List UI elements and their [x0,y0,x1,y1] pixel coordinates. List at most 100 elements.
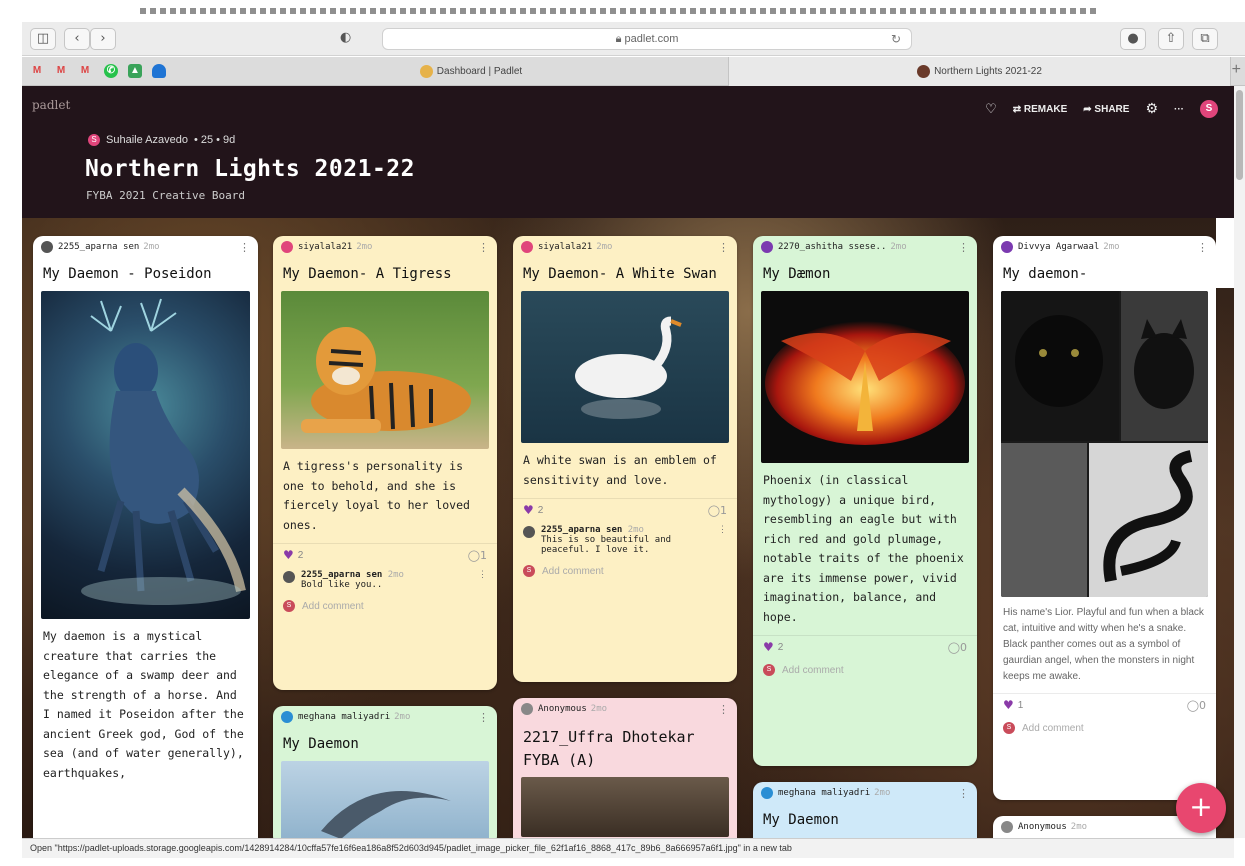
comment-bubble-icon[interactable]: ◯0 [1187,699,1206,712]
post-title: My Daemon [283,736,359,752]
share-icon: ➦ [1083,103,1095,115]
comment: 2255_aparna sen 2mo This is so beautiful … [513,521,737,559]
avatar[interactable]: S [1200,100,1218,118]
post-image[interactable] [521,291,729,443]
post-header: 2255_aparna sen 2mo ⋮ [33,236,258,258]
post-card[interactable]: 2270_ashitha ssese.. 2mo ⋮ My Dæmon Phoe… [753,236,977,766]
post-header: Divvya Agarwaal 2mo ⋮ [993,236,1216,258]
post-reactions: ♥ 2 ◯1 [513,498,737,521]
avatar [283,571,295,584]
tabs-overview-icon[interactable]: ⧉ [1192,28,1218,50]
tiger-illustration [301,327,471,433]
back-button[interactable]: ‹ [64,28,90,50]
more-icon[interactable]: ⋮ [239,241,250,254]
obscured-text [140,8,1100,14]
forward-button[interactable]: › [90,28,116,50]
post-title: My Daemon- A White Swan [523,266,717,282]
board-author: S Suhaile Azavedo • 25 • 9d [88,134,235,146]
post-card[interactable]: meghana maliyadri 2mo ⋮ My Daemon [753,782,977,838]
status-bar: Open "https://padlet-uploads.storage.goo… [22,838,1234,858]
post-body: Phoenix (in classical mythology) a uniqu… [763,473,964,624]
more-icon[interactable]: ⋮ [1197,241,1208,254]
cloud-icon[interactable] [152,64,166,78]
add-comment-input[interactable]: S Add comment [993,716,1216,740]
padlet-tab-icon [419,64,433,78]
anonymous-avatar-icon [521,703,533,715]
post-header: 2270_ashitha ssese.. 2mo ⋮ [753,236,977,258]
more-icon[interactable]: ··· [1174,104,1184,115]
scrollbar[interactable] [1234,86,1245,838]
page-title: Northern Lights 2021-22 [85,156,415,182]
padlet-board: 2255_aparna sen 2mo ⋮ My Daemon - Poseido… [22,218,1234,838]
gmail-icon[interactable]: M [30,64,44,78]
dolphin-illustration [321,791,451,838]
more-icon[interactable]: ⋮ [718,703,729,716]
extension-icon[interactable]: ● [1120,28,1146,50]
post-card[interactable]: siyalala21 2mo ⋮ My Daemon- A White Swan … [513,236,737,682]
heart-icon[interactable]: ♥ [1003,698,1014,712]
whatsapp-icon[interactable]: ✆ [104,64,118,78]
more-icon[interactable]: ⋮ [718,525,727,555]
post-image[interactable] [761,291,969,463]
privacy-shield-icon[interactable]: ◐ [340,30,351,45]
new-tab-button[interactable]: + [1232,61,1241,79]
more-icon[interactable]: ⋮ [958,241,969,254]
settings-gear-icon[interactable]: ⚙ [1145,101,1158,117]
add-comment-input[interactable]: S Add comment [273,594,497,618]
add-comment-input[interactable]: S Add comment [513,559,737,583]
header-tools: ♡ ⇄ REMAKE ➦ SHARE ⚙ ··· S [985,100,1218,118]
more-icon[interactable]: ⋮ [958,787,969,800]
share-icon[interactable]: ⇧ [1158,28,1184,50]
scrollbar-thumb[interactable] [1236,90,1243,180]
post-header: siyalala21 2mo ⋮ [513,236,737,258]
comment-bubble-icon[interactable]: ◯1 [708,504,727,517]
padlet-tab-icon [917,64,931,78]
tab-northern-lights[interactable]: Northern Lights 2021-22 [728,57,1231,86]
tab-dashboard[interactable]: Dashboard | Padlet [214,57,728,86]
heart-icon[interactable]: ♥ [523,503,534,517]
sidebar-toggle-icon[interactable]: ◫ [30,28,56,50]
post-image[interactable] [521,777,729,837]
post-card[interactable]: Divvya Agarwaal 2mo ⋮ My daemon- His name… [993,236,1216,800]
post-image[interactable] [281,291,489,449]
reload-icon[interactable]: ↻ [891,29,901,49]
post-card[interactable]: meghana maliyadri 2mo ⋮ My Daemon [273,706,497,838]
avatar: S [763,664,775,677]
padlet-logo[interactable]: padlet [32,98,70,112]
post-body: My daemon is a mystical creature that ca… [43,629,244,780]
post-image[interactable] [41,291,250,619]
browser-toolbar: ◫ ‹ › ◐ 🔒︎ padlet.com ↻ ● ⇧ ⧉ [22,22,1245,56]
add-comment-input[interactable]: S Add comment [753,658,977,682]
post-image[interactable] [1001,291,1208,597]
more-icon[interactable]: ⋮ [718,241,729,254]
panther-cat-snake-collage [1001,291,1208,597]
address-bar[interactable]: 🔒︎ padlet.com ↻ [382,28,912,50]
post-card[interactable]: siyalala21 2mo ⋮ My Daemon- A Tigress A t… [273,236,497,690]
gmail-icon[interactable]: M [54,64,68,78]
comment-bubble-icon[interactable]: ◯1 [468,549,487,562]
heart-icon[interactable]: ♥ [283,548,294,562]
post-body: A tigress's personality is one to behold… [283,459,470,532]
add-post-button[interactable]: + [1176,783,1226,833]
heart-icon[interactable]: ♥ [763,640,774,654]
more-icon[interactable]: ⋮ [478,241,489,254]
heart-icon[interactable]: ♡ [985,102,997,117]
gmail-icon[interactable]: M [78,64,92,78]
author-avatar: S [88,134,100,146]
post-title: My Dæmon [763,266,831,282]
avatar: S [1003,722,1015,734]
more-icon[interactable]: ⋮ [478,711,489,724]
avatar [521,241,533,253]
more-icon[interactable]: ⋮ [478,570,487,590]
post-image[interactable] [281,761,489,838]
drive-icon[interactable]: ▲ [128,64,142,78]
avatar: S [523,565,535,578]
post-card[interactable]: Anonymous 2mo ⋮ 2217_Uffra Dhotekar FYBA … [513,698,737,838]
share-button[interactable]: ➦ SHARE [1083,104,1129,115]
post-reactions: ♥ 2 ◯0 [753,635,977,658]
post-reactions: ♥ 2 ◯1 [273,543,497,566]
comment-bubble-icon[interactable]: ◯0 [948,641,967,654]
post-card[interactable]: 2255_aparna sen 2mo ⋮ My Daemon - Poseido… [33,236,258,838]
remake-button[interactable]: ⇄ REMAKE [1013,104,1068,115]
post-title: 2217_Uffra Dhotekar FYBA (A) [523,728,695,769]
